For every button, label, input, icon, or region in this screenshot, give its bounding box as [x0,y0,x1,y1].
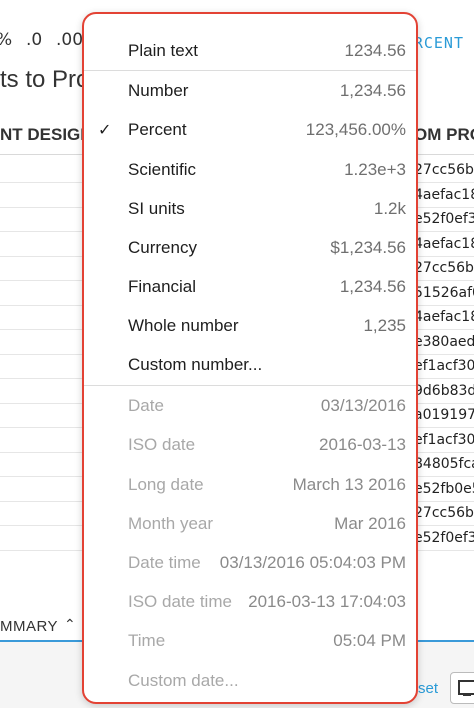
table-cell-id[interactable]: 4aefac18 [414,236,474,252]
decrease-decimals-icon[interactable]: .0 [26,30,42,50]
monitor-icon[interactable] [450,672,474,704]
menu-item-label: Date time [128,553,201,572]
chevron-up-icon[interactable]: ⌃ [64,616,76,633]
menu-item-date[interactable]: Date 03/13/2016 [84,388,416,427]
reset-link[interactable]: set [418,680,438,697]
table-cell-id[interactable]: e52f0ef3 [414,530,474,546]
menu-item-plain-text[interactable]: Plain text 1234.56 [84,33,416,72]
menu-item-custom-number[interactable]: Custom number... [84,347,416,386]
menu-item-label: Time [128,631,166,650]
menu-item-label: Percent [128,120,187,139]
menu-item-example: 03/13/2016 05:04:03 PM [219,553,406,572]
menu-item-example: 2016-03-13 17:04:03 [248,592,406,611]
menu-item-label: Financial [128,277,197,296]
menu-item-example: 05:04 PM [333,631,406,650]
menu-divider [84,70,416,71]
menu-item-label: Custom number... [128,355,263,374]
menu-item-example: 1,235 [363,316,406,335]
format-type-label[interactable]: RCENT [414,34,464,52]
table-cell-id[interactable]: 9d6b83d [414,383,474,399]
menu-item-example: 1.2k [373,199,406,218]
table-cell-id[interactable]: e52fb0e5a [414,481,474,497]
menu-item-number[interactable]: Number 1,234.56 [84,73,416,112]
menu-divider [84,385,416,386]
menu-item-time[interactable]: Time 05:04 PM [84,623,416,662]
menu-item-label: Custom date... [128,671,239,690]
menu-item-label: Month year [128,514,214,533]
menu-item-percent[interactable]: ✓ Percent 123,456.00% [84,112,416,151]
menu-item-example: March 13 2016 [292,475,406,494]
menu-item-label: Currency [128,238,197,257]
menu-item-long-date[interactable]: Long date March 13 2016 [84,467,416,506]
menu-item-label: Long date [128,475,204,494]
menu-item-label: Number [128,81,189,100]
menu-item-si-units[interactable]: SI units 1.2k [84,191,416,230]
menu-item-label: Scientific [128,160,197,179]
menu-item-example: 1,234.56 [339,81,406,100]
menu-item-month-year[interactable]: Month year Mar 2016 [84,506,416,545]
menu-item-label: SI units [128,199,185,218]
menu-item-example: 123,456.00% [305,120,406,139]
check-icon: ✓ [98,120,112,139]
menu-item-example: 1234.56 [344,41,406,60]
table-cell-id[interactable]: 84805fca [414,456,474,472]
table-cell-id[interactable]: a019197 [414,407,474,423]
table-cell-id[interactable]: 27cc56be [414,162,474,178]
menu-item-example: 1,234.56 [339,277,406,296]
menu-item-label: Plain text [128,41,198,60]
table-cell-id[interactable]: 4aefac18 [414,187,474,203]
menu-item-label: Date [128,396,164,415]
format-dropdown-menu: Plain text 1234.56 Number 1,234.56 ✓ Percent 1… [82,12,418,704]
table-cell-id[interactable]: 4aefac18 [414,309,474,325]
menu-item-custom-date[interactable]: Custom date... [84,663,416,702]
table-cell-id[interactable]: 27cc56be [414,260,474,276]
column-header-promo[interactable]: OM PRO [414,125,474,145]
column-header-design[interactable]: NT DESIGN [0,125,93,145]
menu-item-currency[interactable]: Currency $1,234.56 [84,230,416,269]
table-cell-id[interactable]: e52f0ef3 [414,211,474,227]
menu-item-date-time[interactable]: Date time 03/13/2016 05:04:03 PM [84,545,416,584]
table-cell-id[interactable]: 27cc56be [414,505,474,521]
menu-item-example: 03/13/2016 [320,396,406,415]
menu-item-scientific[interactable]: Scientific 1.23e+3 [84,152,416,191]
table-cell-id[interactable]: ef1acf30 [414,358,474,374]
menu-item-label: Whole number [128,316,239,335]
menu-item-example: 1.23e+3 [344,160,406,179]
table-cell-id[interactable]: e380aedc [414,334,474,350]
menu-item-financial[interactable]: Financial 1,234.56 [84,269,416,308]
table-cell-id[interactable]: ef1acf30 [414,432,474,448]
summary-toggle[interactable]: MMARY [0,618,58,635]
table-cell-id[interactable]: 51526af0 [414,285,474,301]
sheet-title: ts to Pro [0,66,90,93]
percent-format-icon[interactable]: % [0,30,12,50]
menu-item-example: 2016-03-13 [319,435,406,454]
menu-item-example: Mar 2016 [334,514,406,533]
menu-item-iso-date-time[interactable]: ISO date time 2016-03-13 17:04:03 [84,584,416,623]
menu-item-example: $1,234.56 [330,238,406,257]
menu-item-label: ISO date time [128,592,232,611]
increase-decimals-icon[interactable]: .00 [56,30,83,50]
menu-item-label: ISO date [128,435,196,454]
menu-item-whole-number[interactable]: Whole number 1,235 [84,308,416,347]
menu-item-iso-date[interactable]: ISO date 2016-03-13 [84,427,416,466]
